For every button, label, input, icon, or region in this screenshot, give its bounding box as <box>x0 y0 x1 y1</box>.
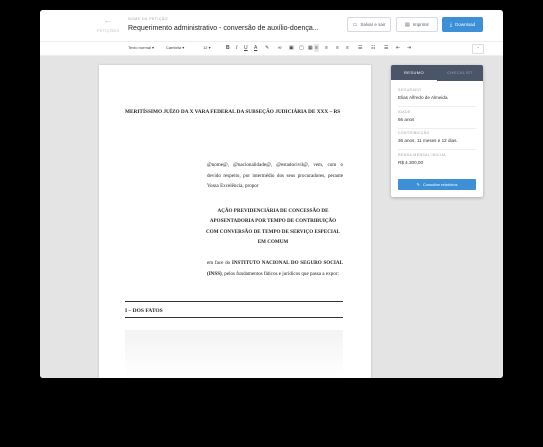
document-page[interactable]: MERITÍSSIMO JUÍZO DA X VARA FEDERAL DA S… <box>99 65 371 378</box>
panel-divider <box>398 149 476 150</box>
pencil-icon[interactable]: ✎ <box>308 25 313 32</box>
against-paragraph: em face do INSTITUTO NACIONAL DO SEGURO … <box>207 258 343 279</box>
align-justify-icon[interactable]: ≡ <box>346 44 349 52</box>
download-icon: ⤓ <box>449 21 453 28</box>
age-label: IDADE <box>398 110 411 114</box>
insured-value: Elias Alfredo de Almeida <box>398 95 448 100</box>
against-prefix: em face do <box>207 260 232 266</box>
font-family-select[interactable]: Cambria ▾ <box>166 45 184 50</box>
save-icon: ▭ <box>352 21 358 28</box>
court-heading: MERITÍSSIMO JUÍZO DA X VARA FEDERAL DA S… <box>125 109 341 115</box>
highlight-icon[interactable]: ✎ <box>265 44 269 52</box>
intro-paragraph: @nome@, @nacionalidade@, @estadocivil@, … <box>207 162 343 190</box>
section-title: I – DOS FATOS <box>125 308 163 314</box>
action-title: AÇÃO PREVIDENCIÁRIA DE CONCESSÃO DE APOS… <box>206 208 340 245</box>
align-left-icon[interactable]: ≡ <box>314 44 319 52</box>
header: ← PETIÇÕES NOME DA PETIÇÃO Requerimento … <box>40 10 503 41</box>
italic-icon[interactable]: I <box>236 44 237 52</box>
consult-reports-button[interactable]: ✎ Consultar relatórios <box>398 179 476 190</box>
initial-income-value: R$ 4.300,00 <box>398 160 424 165</box>
pencil-icon: ✎ <box>416 182 420 187</box>
age-value: 66 anos <box>398 117 415 122</box>
formatting-toolbar: Texto normal ▾ Cambria ▾ 12 ▾ B I U A ✎ … <box>40 41 503 56</box>
tab-resumo[interactable]: RESUMO <box>391 65 437 81</box>
contribution-value: 36 anos, 11 meses e 12 dias. <box>398 138 458 143</box>
chevron-up-icon[interactable]: ⌃ <box>472 44 484 54</box>
align-right-icon[interactable]: ≡ <box>336 44 339 52</box>
section-rule-top <box>125 301 343 302</box>
print-label: Imprimir <box>412 22 429 27</box>
save-exit-label: Salvar e sair <box>360 22 386 27</box>
link-icon[interactable]: ∞ <box>278 44 282 52</box>
section-rule-bottom <box>125 317 343 318</box>
align-center-icon[interactable]: ≡ <box>325 44 328 52</box>
numbered-list-icon[interactable]: ☷ <box>371 44 375 52</box>
bullet-list-icon[interactable]: ☰ <box>384 44 388 52</box>
save-exit-button[interactable]: ▭ Salvar e sair <box>347 17 391 32</box>
content-placeholder <box>125 330 343 378</box>
clear-format-icon[interactable]: ▦ <box>308 44 313 52</box>
against-suffix: , pelos fundamentos fáticos e jurídicos … <box>221 270 339 277</box>
paragraph-style-select[interactable]: Texto normal ▾ <box>128 45 154 50</box>
panel-divider <box>398 128 476 129</box>
consult-reports-label: Consultar relatórios <box>422 182 458 187</box>
print-button[interactable]: ▤ Imprimir <box>396 17 438 32</box>
line-spacing-icon[interactable]: ☰ <box>358 44 362 52</box>
initial-income-label: RENDA MENSAL INICIAL <box>398 153 447 157</box>
panel-divider <box>398 106 476 107</box>
panel-tabs: RESUMO CHECKLIST <box>391 65 483 81</box>
document-workspace: MERITÍSSIMO JUÍZO DA X VARA FEDERAL DA S… <box>40 56 503 378</box>
download-label: Download <box>455 22 476 27</box>
font-family-value: Cambria <box>166 45 182 50</box>
text-color-icon[interactable]: A <box>254 44 257 52</box>
bold-icon[interactable]: B <box>226 44 230 52</box>
arrow-left-icon: ← <box>103 15 113 25</box>
document-title[interactable]: Requerimento administrativo - conversão … <box>128 25 319 32</box>
increase-indent-icon[interactable]: ⇥ <box>407 44 411 52</box>
font-size-select[interactable]: 12 ▾ <box>203 45 211 50</box>
paragraph-style-value: Texto normal <box>128 45 151 50</box>
insured-label: SEGURADO <box>398 88 422 92</box>
decrease-indent-icon[interactable]: ⇤ <box>396 44 400 52</box>
download-button[interactable]: ⤓ Download <box>442 17 483 32</box>
document-name-label: NOME DA PETIÇÃO <box>128 17 168 21</box>
summary-panel: RESUMO CHECKLIST SEGURADO Elias Alfredo … <box>391 65 483 197</box>
tab-checklist[interactable]: CHECKLIST <box>437 65 483 81</box>
back-button[interactable]: ← PETIÇÕES <box>96 15 120 34</box>
printer-icon: ▤ <box>405 21 410 28</box>
app-window: ← PETIÇÕES NOME DA PETIÇÃO Requerimento … <box>40 10 503 378</box>
image-icon[interactable]: ▣ <box>289 44 294 52</box>
comment-icon[interactable]: ▢ <box>299 44 304 52</box>
contribution-label: CONTRIBUIÇÃO <box>398 131 430 135</box>
back-label: PETIÇÕES <box>96 28 120 33</box>
underline-icon[interactable]: U <box>244 44 248 52</box>
font-size-value: 12 <box>203 45 208 50</box>
